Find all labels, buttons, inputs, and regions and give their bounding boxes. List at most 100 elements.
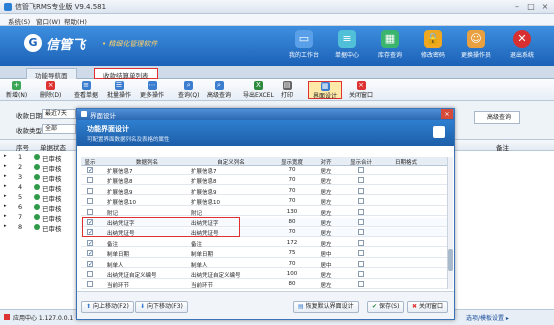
row-expand-icon[interactable]: ▸ — [4, 203, 7, 209]
menu-help[interactable]: 帮助(H) — [64, 16, 87, 26]
row-width[interactable]: 75 — [273, 250, 311, 256]
design-row[interactable]: 扩展信息9 扩展信息9 70 居左 — [81, 187, 447, 196]
row-width[interactable]: 130 — [273, 209, 311, 215]
close-dialog-button[interactable]: ✖ 关闭窗口 — [407, 301, 448, 313]
design-row[interactable]: 扩展信息10 扩展信息10 70 居左 — [81, 197, 447, 206]
move-down-button[interactable]: ⬇ 向下移动(F3) — [135, 301, 188, 313]
row-custom-name[interactable]: 出纳凭证自定义编号 — [191, 271, 241, 279]
row-custom-name[interactable]: 扩展信息10 — [191, 198, 220, 206]
print-button[interactable]: ▤ 打印 — [281, 81, 293, 99]
restore-default-button[interactable]: ▤ 恢复默认界面设计 — [293, 301, 359, 313]
template-settings-link[interactable]: 选项/模板设置 ▸ — [466, 313, 509, 322]
show-checkbox[interactable] — [87, 271, 93, 277]
row-custom-name[interactable]: 制单日期 — [191, 250, 213, 258]
sum-checkbox[interactable] — [358, 219, 364, 225]
row-custom-name[interactable]: 当前环节 — [191, 281, 213, 289]
show-checkbox[interactable]: ✓ — [87, 239, 93, 246]
row-align[interactable]: 居左 — [311, 219, 341, 227]
table-row[interactable]: ▸ 3 已审核 — [0, 172, 78, 183]
design-row[interactable]: 当前环节 当前环节 80 居左 — [81, 280, 447, 289]
workbench-button[interactable]: ▭ 我的工作台 — [282, 29, 326, 63]
table-row[interactable]: ▸ 6 已审核 — [0, 202, 78, 213]
row-expand-icon[interactable]: ▸ — [4, 153, 7, 159]
close-window-button[interactable]: × 关闭窗口 — [349, 81, 373, 99]
new-button[interactable]: + 新增(N) — [6, 81, 27, 99]
document-center-button[interactable]: ≡ 单据中心 — [325, 29, 369, 63]
delete-button[interactable]: × 删除(D) — [40, 81, 61, 99]
table-row[interactable]: ▸ 2 已审核 — [0, 162, 78, 173]
show-checkbox[interactable] — [87, 208, 93, 215]
row-align[interactable]: 居中 — [311, 250, 341, 258]
exit-system-button[interactable]: ✕ 退出系统 — [500, 29, 544, 63]
tab-receipt-list[interactable]: 收款结算单列表 — [94, 68, 158, 80]
sum-checkbox[interactable] — [358, 208, 364, 215]
show-checkbox[interactable] — [87, 281, 93, 288]
dialog-close-icon[interactable]: × — [441, 109, 453, 119]
export-excel-button[interactable]: X 导出EXCEL — [243, 81, 274, 99]
row-width[interactable]: 70 — [273, 167, 311, 173]
row-align[interactable]: 居中 — [311, 261, 341, 269]
row-width[interactable]: 70 — [273, 261, 311, 267]
advanced-query-right-button[interactable]: 高级查询 — [474, 111, 520, 124]
change-operator-button[interactable]: ☺ 更换操作员 — [454, 29, 498, 63]
design-row[interactable]: 附记 附记 130 居左 — [81, 208, 447, 217]
row-width[interactable]: 70 — [273, 177, 311, 183]
advanced-query-button[interactable]: ⌕ 高级查询 — [207, 81, 231, 99]
row-expand-icon[interactable]: ▸ — [4, 223, 7, 229]
sum-checkbox[interactable] — [358, 260, 364, 267]
table-row[interactable]: ▸ 1 已审核 — [0, 152, 78, 163]
row-align[interactable]: 居左 — [311, 198, 341, 206]
sum-checkbox[interactable] — [358, 177, 364, 184]
sum-checkbox[interactable] — [358, 239, 364, 246]
row-expand-icon[interactable]: ▸ — [4, 163, 7, 169]
show-checkbox[interactable] — [87, 198, 93, 205]
sum-checkbox[interactable] — [358, 229, 364, 236]
row-custom-name[interactable]: 扩展信息7 — [191, 167, 217, 175]
row-width[interactable]: 70 — [273, 188, 311, 194]
row-expand-icon[interactable]: ▸ — [4, 213, 7, 219]
sum-checkbox[interactable] — [358, 187, 364, 194]
receipt-type-select[interactable]: 全部 — [42, 124, 76, 134]
sum-checkbox[interactable] — [358, 281, 364, 288]
move-up-button[interactable]: ⬆ 向上移动(F2) — [81, 301, 134, 313]
sum-checkbox[interactable] — [358, 167, 364, 173]
show-checkbox[interactable] — [87, 177, 93, 184]
row-width[interactable]: 172 — [273, 240, 311, 246]
design-row[interactable]: ✓ 制单人 制单人 70 居中 — [81, 260, 447, 269]
menu-system[interactable]: 系统(S) — [8, 16, 30, 26]
row-expand-icon[interactable]: ▸ — [4, 173, 7, 179]
interface-design-button[interactable]: ▦ 界面设计 — [308, 81, 342, 100]
batch-operation-button[interactable]: ☰ 批量操作 — [107, 81, 131, 99]
sum-checkbox[interactable] — [358, 250, 364, 257]
close-icon[interactable]: × — [538, 1, 552, 12]
row-align[interactable]: 居左 — [311, 240, 341, 248]
change-password-button[interactable]: 🔒 修改密码 — [411, 29, 455, 63]
row-custom-name[interactable]: 扩展信息9 — [191, 188, 217, 196]
show-checkbox[interactable] — [87, 187, 93, 194]
row-align[interactable]: 居左 — [311, 167, 341, 175]
row-custom-name[interactable]: 附记 — [191, 209, 202, 217]
view-document-button[interactable]: ≡ 查看单据 — [74, 81, 98, 99]
row-align[interactable]: 居左 — [311, 209, 341, 217]
menu-window[interactable]: 窗口(W) — [36, 16, 61, 26]
table-row[interactable]: ▸ 7 已审核 — [0, 212, 78, 223]
receipt-date-select[interactable]: 最近7天 — [42, 109, 76, 119]
table-row[interactable]: ▸ 4 已审核 — [0, 182, 78, 193]
tab-navigation[interactable]: 功能导航面 — [26, 68, 77, 80]
sum-checkbox[interactable] — [358, 271, 364, 277]
row-align[interactable]: 居左 — [311, 188, 341, 196]
show-checkbox[interactable]: ✓ — [87, 250, 93, 257]
table-row[interactable]: ▸ 5 已审核 — [0, 192, 78, 203]
row-width[interactable]: 70 — [273, 198, 311, 204]
row-width[interactable]: 100 — [273, 271, 311, 277]
show-checkbox[interactable]: ✓ — [87, 260, 93, 267]
row-custom-name[interactable]: 备注 — [191, 240, 202, 248]
sum-checkbox[interactable] — [358, 198, 364, 205]
maximize-icon[interactable]: □ — [524, 1, 538, 12]
row-align[interactable]: 居左 — [311, 229, 341, 237]
design-grid-scrollbar[interactable] — [447, 157, 453, 289]
query-button[interactable]: ⌕ 查询(Q) — [178, 81, 199, 99]
more-operation-button[interactable]: ⋯ 更多操作 — [140, 81, 164, 99]
design-row[interactable]: ✓ 备注 备注 172 居左 — [81, 239, 447, 248]
row-align[interactable]: 居左 — [311, 281, 341, 289]
